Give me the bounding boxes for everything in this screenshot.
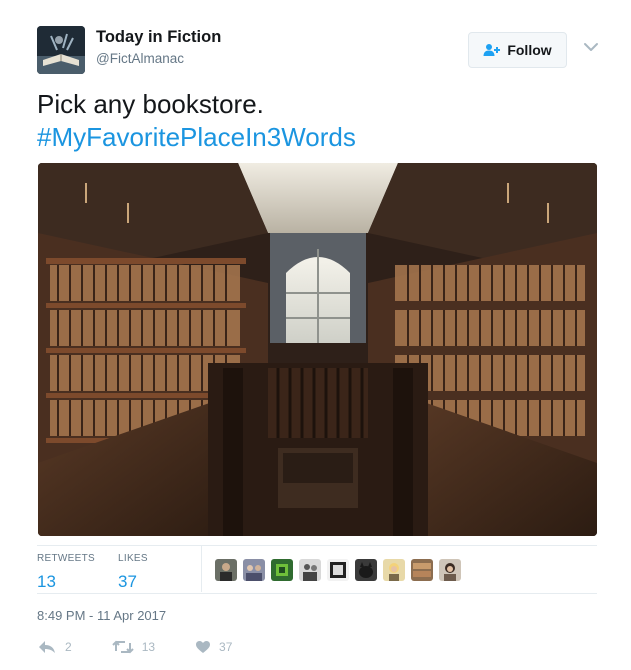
chevron-down-icon	[584, 43, 598, 51]
likes-stat[interactable]: LIKES 37	[118, 553, 148, 592]
retweets-count: 13	[37, 572, 56, 591]
retweets-stat[interactable]: RETWEETS 13	[37, 553, 95, 592]
tweet-photo[interactable]	[38, 163, 597, 536]
liker-avatar[interactable]	[439, 559, 461, 581]
tweet-timestamp[interactable]: 8:49 PM - 11 Apr 2017	[37, 608, 166, 623]
tweet-actions: 2 13 37	[37, 640, 272, 654]
reply-count: 2	[65, 640, 72, 654]
heart-icon	[196, 641, 211, 653]
stats-bottom-divider	[37, 593, 597, 594]
display-name[interactable]: Today in Fiction	[96, 28, 221, 47]
likes-label: LIKES	[118, 553, 148, 564]
liker-avatar[interactable]	[327, 559, 349, 581]
open-book-icon	[37, 26, 85, 74]
reply-icon	[39, 641, 55, 653]
liker-avatar[interactable]	[411, 559, 433, 581]
liker-avatar[interactable]	[355, 559, 377, 581]
retweets-label: RETWEETS	[37, 553, 95, 564]
liker-avatar[interactable]	[215, 559, 237, 581]
liker-avatar[interactable]	[383, 559, 405, 581]
tweet-body: Pick any bookstore.	[37, 89, 264, 119]
likes-count: 37	[118, 572, 137, 591]
more-menu-button[interactable]	[582, 40, 600, 54]
follow-button-label: Follow	[507, 42, 552, 58]
hashtag-link[interactable]: #MyFavoritePlaceIn3Words	[37, 121, 356, 154]
retweet-icon	[111, 640, 134, 654]
liker-avatar[interactable]	[243, 559, 265, 581]
stats-top-divider	[37, 545, 597, 546]
bookstore-photo	[38, 163, 597, 536]
retweet-count: 13	[141, 640, 156, 654]
follow-button[interactable]: Follow	[468, 32, 567, 68]
account-avatar[interactable]	[37, 26, 85, 74]
liker-avatars	[215, 559, 461, 581]
tweet-text: Pick any bookstore. #MyFavoritePlaceIn3W…	[37, 88, 356, 154]
account-handle[interactable]: @FictAlmanac	[96, 51, 184, 66]
like-button[interactable]: 37	[195, 640, 232, 654]
liker-avatar[interactable]	[271, 559, 293, 581]
add-user-icon	[483, 44, 501, 56]
reply-button[interactable]: 2	[37, 640, 72, 654]
like-count: 37	[219, 640, 233, 654]
retweet-button[interactable]: 13	[111, 640, 156, 654]
liker-avatar[interactable]	[299, 559, 321, 581]
stats-separator	[201, 546, 202, 592]
